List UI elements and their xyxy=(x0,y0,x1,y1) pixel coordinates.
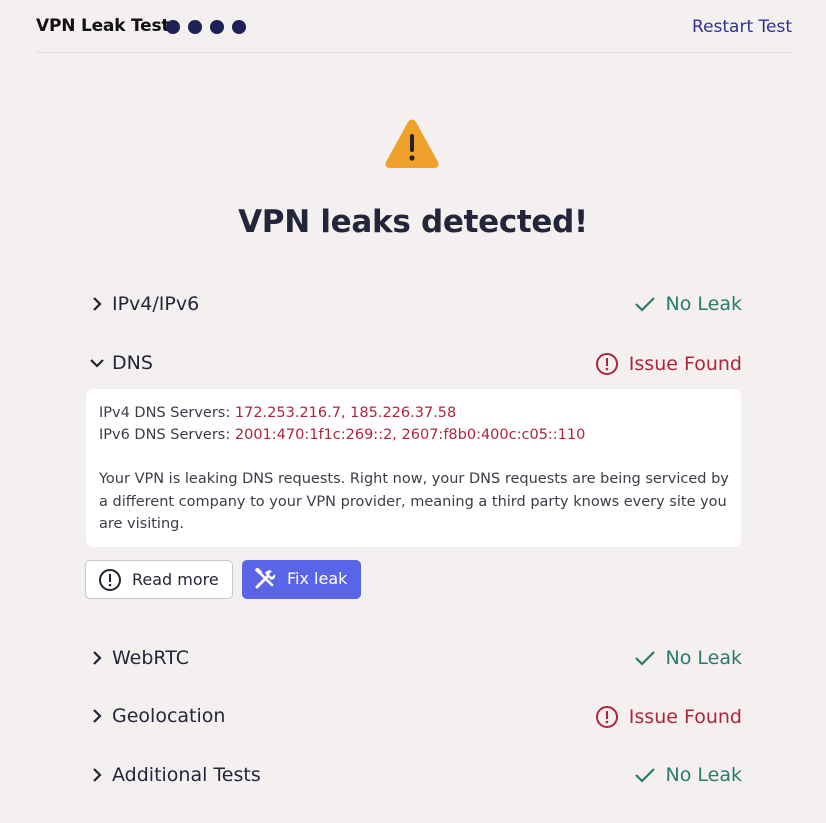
progress-dot xyxy=(210,20,224,34)
check-icon xyxy=(634,651,655,666)
test-row-ipv4-ipv6[interactable]: IPv4/IPv6 No Leak xyxy=(86,289,742,319)
chevron-right-icon xyxy=(93,709,102,723)
restart-test-link[interactable]: Restart Test xyxy=(692,17,792,37)
status-label: Issue Found xyxy=(628,353,742,375)
test-row-dns[interactable]: DNS Issue Found xyxy=(86,348,742,378)
read-more-button[interactable]: Read more xyxy=(85,560,233,599)
app-title: VPN Leak Test xyxy=(36,16,170,36)
dns-details-card: IPv4 DNS Servers: 172.253.216.7, 185.226… xyxy=(86,389,741,547)
test-row-geolocation[interactable]: Geolocation Issue Found xyxy=(86,701,742,731)
fix-leak-button[interactable]: Fix leak xyxy=(242,560,361,599)
chevron-right-icon xyxy=(93,768,102,782)
test-row-webrtc[interactable]: WebRTC No Leak xyxy=(86,643,742,673)
progress-dot xyxy=(188,20,202,34)
info-circle-icon xyxy=(99,569,121,591)
test-row-additional-tests[interactable]: Additional Tests No Leak xyxy=(86,760,742,790)
ipv6-dns-value: 2001:470:1f1c:269::2, 2607:f8b0:400c:c05… xyxy=(234,427,586,443)
progress-dot xyxy=(166,20,180,34)
check-icon xyxy=(634,768,655,783)
status-label: Issue Found xyxy=(628,706,742,728)
ipv6-dns-servers: IPv6 DNS Servers: 2001:470:1f1c:269::2, … xyxy=(99,427,585,443)
chevron-right-icon xyxy=(93,297,102,311)
alert-circle-icon xyxy=(595,706,618,728)
test-status: Issue Found xyxy=(595,705,742,729)
read-more-label: Read more xyxy=(132,570,219,589)
test-name: WebRTC xyxy=(112,647,190,669)
status-label: No Leak xyxy=(665,647,742,669)
ipv6-dns-label: IPv6 DNS Servers: xyxy=(99,427,235,443)
check-icon xyxy=(634,297,655,312)
result-headline: VPN leaks detected! xyxy=(238,204,588,240)
chevron-right-icon xyxy=(93,651,102,665)
alert-circle-icon xyxy=(595,353,618,375)
ipv4-dns-label: IPv4 DNS Servers: xyxy=(99,405,235,421)
test-status: Issue Found xyxy=(595,352,742,376)
progress-dot xyxy=(232,20,246,34)
status-label: No Leak xyxy=(665,293,742,315)
status-label: No Leak xyxy=(665,764,742,786)
test-status: No Leak xyxy=(634,647,742,669)
tools-icon xyxy=(255,568,276,589)
test-status: No Leak xyxy=(634,293,742,315)
progress-dots xyxy=(166,20,246,34)
fix-leak-label: Fix leak xyxy=(287,569,348,588)
test-name: DNS xyxy=(112,352,153,374)
ipv4-dns-servers: IPv4 DNS Servers: 172.253.216.7, 185.226… xyxy=(99,405,456,421)
test-name: IPv4/IPv6 xyxy=(112,293,200,315)
ipv4-dns-value: 172.253.216.7, 185.226.37.58 xyxy=(234,405,457,421)
test-status: No Leak xyxy=(634,764,742,786)
warning-triangle-icon xyxy=(385,119,439,168)
test-name: Additional Tests xyxy=(112,764,261,786)
top-bar: VPN Leak Test Restart Test xyxy=(36,0,792,53)
dns-description: Your VPN is leaking DNS requests. Right … xyxy=(99,471,729,532)
chevron-down-icon xyxy=(90,359,104,368)
test-name: Geolocation xyxy=(112,705,226,727)
